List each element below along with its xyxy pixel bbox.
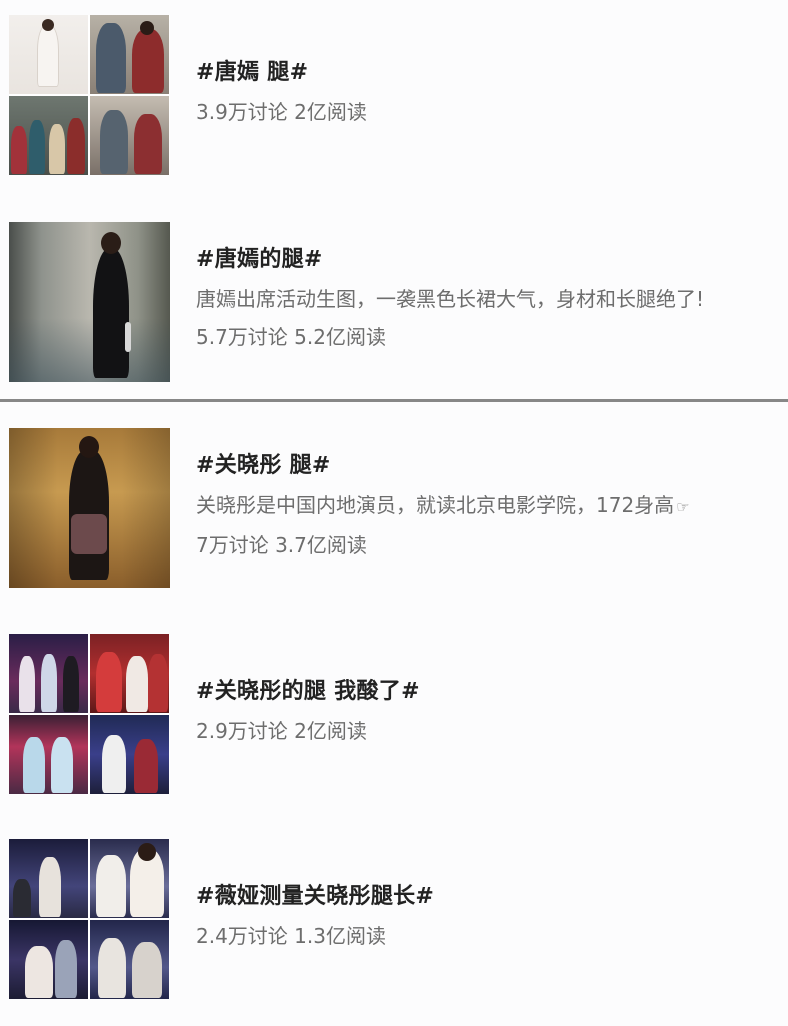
- thumbnail-photo: [9, 634, 88, 713]
- thumbnail-photo: [90, 920, 169, 999]
- thumbnail-photo: [9, 15, 88, 94]
- topic-item-3[interactable]: #关晓彤 腿# 关晓彤是中国内地演员，就读北京电影学院，172身高 ☞ 7万讨论 …: [0, 428, 788, 588]
- topic-thumbnail-grid[interactable]: [9, 839, 170, 999]
- topic-title[interactable]: #关晓彤的腿 我酸了#: [196, 677, 780, 707]
- topic-thumbnail-grid[interactable]: [9, 634, 170, 794]
- hot-topic-list: #唐嫣 腿# 3.9万讨论 2亿阅读 #唐嫣的腿# 唐嫣出席活动生图，一袭黑色长…: [0, 0, 788, 1026]
- topic-stats: 7万讨论 3.7亿阅读: [196, 533, 367, 557]
- topic-stats: 2.4万讨论 1.3亿阅读: [196, 924, 386, 948]
- section-divider: [0, 399, 788, 402]
- thumbnail-photo: [90, 96, 169, 175]
- topic-description-text: 关晓彤是中国内地演员，就读北京电影学院，172身高: [196, 493, 675, 517]
- thumbnail-photo: [90, 715, 169, 794]
- topic-description: 关晓彤是中国内地演员，就读北京电影学院，172身高 ☞: [196, 491, 780, 521]
- topic-title[interactable]: #关晓彤 腿#: [196, 451, 780, 481]
- topic-stats: 2.9万讨论 2亿阅读: [196, 719, 367, 743]
- topic-title[interactable]: #薇娅测量关晓彤腿长#: [196, 882, 780, 912]
- topic-item-4[interactable]: #关晓彤的腿 我酸了# 2.9万讨论 2亿阅读: [0, 634, 788, 794]
- thumbnail-photo: [9, 715, 88, 794]
- thumbnail-photo: [90, 15, 169, 94]
- topic-text: #唐嫣 腿# 3.9万讨论 2亿阅读: [196, 58, 780, 126]
- topic-description: 唐嫣出席活动生图，一袭黑色长裙大气，身材和长腿绝了!: [196, 287, 705, 311]
- thumbnail-photo: [9, 920, 88, 999]
- topic-thumbnail[interactable]: [9, 428, 170, 588]
- thumbnail-photo: [90, 634, 169, 713]
- thumbnail-photo: [9, 96, 88, 175]
- topic-title[interactable]: #唐嫣的腿#: [196, 245, 780, 275]
- topic-item-5[interactable]: #薇娅测量关晓彤腿长# 2.4万讨论 1.3亿阅读: [0, 839, 788, 999]
- topic-item-1[interactable]: #唐嫣 腿# 3.9万讨论 2亿阅读: [0, 15, 788, 175]
- thumbnail-photo: [90, 839, 169, 918]
- thumbnail-photo: [9, 839, 88, 918]
- topic-thumbnail[interactable]: [9, 222, 170, 382]
- topic-text: #唐嫣的腿# 唐嫣出席活动生图，一袭黑色长裙大气，身材和长腿绝了! 5.7万讨论…: [196, 245, 780, 351]
- topic-item-2[interactable]: #唐嫣的腿# 唐嫣出席活动生图，一袭黑色长裙大气，身材和长腿绝了! 5.7万讨论…: [0, 222, 788, 382]
- pointing-hand-icon[interactable]: ☞: [676, 498, 689, 516]
- topic-thumbnail-grid[interactable]: [9, 15, 170, 175]
- topic-title[interactable]: #唐嫣 腿#: [196, 58, 780, 88]
- topic-stats: 5.7万讨论 5.2亿阅读: [196, 325, 386, 349]
- topic-stats: 3.9万讨论 2亿阅读: [196, 100, 367, 124]
- topic-text: #关晓彤 腿# 关晓彤是中国内地演员，就读北京电影学院，172身高 ☞ 7万讨论 …: [196, 451, 780, 559]
- topic-text: #关晓彤的腿 我酸了# 2.9万讨论 2亿阅读: [196, 677, 780, 745]
- topic-text: #薇娅测量关晓彤腿长# 2.4万讨论 1.3亿阅读: [196, 882, 780, 950]
